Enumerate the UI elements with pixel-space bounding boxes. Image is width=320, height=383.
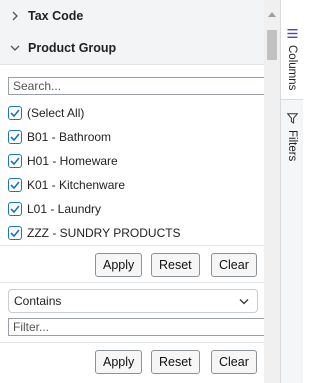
product-group-header[interactable]: Product Group bbox=[0, 32, 264, 65]
tab-columns[interactable]: Columns bbox=[281, 0, 303, 100]
list-item-label: ZZZ - SUNDRY PRODUCTS bbox=[27, 226, 181, 240]
scroll-thumb[interactable] bbox=[267, 30, 277, 60]
side-bar: Columns Filters bbox=[280, 0, 303, 383]
tax-code-group-label: Tax Code bbox=[28, 9, 84, 23]
clear-button[interactable]: Clear bbox=[211, 253, 257, 277]
tab-columns-label: Columns bbox=[286, 45, 298, 91]
chevron-right-icon bbox=[8, 9, 22, 23]
filter-operator-select[interactable]: Contains bbox=[8, 289, 258, 313]
apply-button[interactable]: Apply bbox=[95, 350, 143, 374]
columns-icon bbox=[287, 28, 298, 42]
scroll-up-arrow-icon[interactable] bbox=[268, 6, 276, 20]
list-item-l01[interactable]: L01 - Laundry bbox=[8, 198, 101, 220]
list-item-h01[interactable]: H01 - Homeware bbox=[8, 150, 118, 172]
filter-search-input[interactable] bbox=[8, 77, 264, 95]
filters-tool-panel: Tax Code Product Group (Select All) B01 … bbox=[0, 0, 265, 383]
list-item-k01[interactable]: K01 - Kitchenware bbox=[8, 174, 125, 196]
list-item-label: B01 - Bathroom bbox=[27, 130, 112, 144]
reset-button[interactable]: Reset bbox=[151, 350, 200, 374]
checkbox-checked-icon[interactable] bbox=[8, 226, 22, 240]
list-item-b01[interactable]: B01 - Bathroom bbox=[8, 126, 111, 148]
list-item-label: H01 - Homeware bbox=[27, 154, 118, 168]
checkbox-checked-icon[interactable] bbox=[8, 202, 22, 216]
list-item-label: L01 - Laundry bbox=[27, 202, 102, 216]
divider bbox=[0, 282, 264, 283]
apply-button[interactable]: Apply bbox=[95, 253, 143, 277]
list-item-zzz[interactable]: ZZZ - SUNDRY PRODUCTS bbox=[8, 222, 181, 244]
reset-button[interactable]: Reset bbox=[151, 253, 200, 277]
chevron-down-icon bbox=[8, 41, 22, 55]
chevron-down-icon bbox=[239, 294, 249, 308]
clear-button[interactable]: Clear bbox=[211, 350, 257, 374]
vertical-scrollbar[interactable] bbox=[264, 0, 280, 383]
filter-text-input[interactable] bbox=[8, 318, 264, 336]
tab-filters[interactable]: Filters bbox=[281, 107, 303, 167]
divider bbox=[0, 342, 264, 343]
tab-filters-label: Filters bbox=[286, 130, 298, 162]
divider bbox=[0, 245, 264, 246]
filter-operator-value: Contains bbox=[14, 294, 62, 308]
filter-icon bbox=[286, 113, 298, 127]
checkbox-checked-icon[interactable] bbox=[8, 154, 22, 168]
tax-code-group-header[interactable]: Tax Code bbox=[0, 0, 264, 33]
checkbox-checked-icon[interactable] bbox=[8, 106, 22, 120]
checkbox-checked-icon[interactable] bbox=[8, 130, 22, 144]
product-group-label: Product Group bbox=[28, 41, 117, 55]
list-item-select-all[interactable]: (Select All) bbox=[8, 102, 84, 124]
list-item-label: K01 - Kitchenware bbox=[27, 178, 126, 192]
checkbox-checked-icon[interactable] bbox=[8, 178, 22, 192]
list-item-label: (Select All) bbox=[27, 106, 85, 120]
